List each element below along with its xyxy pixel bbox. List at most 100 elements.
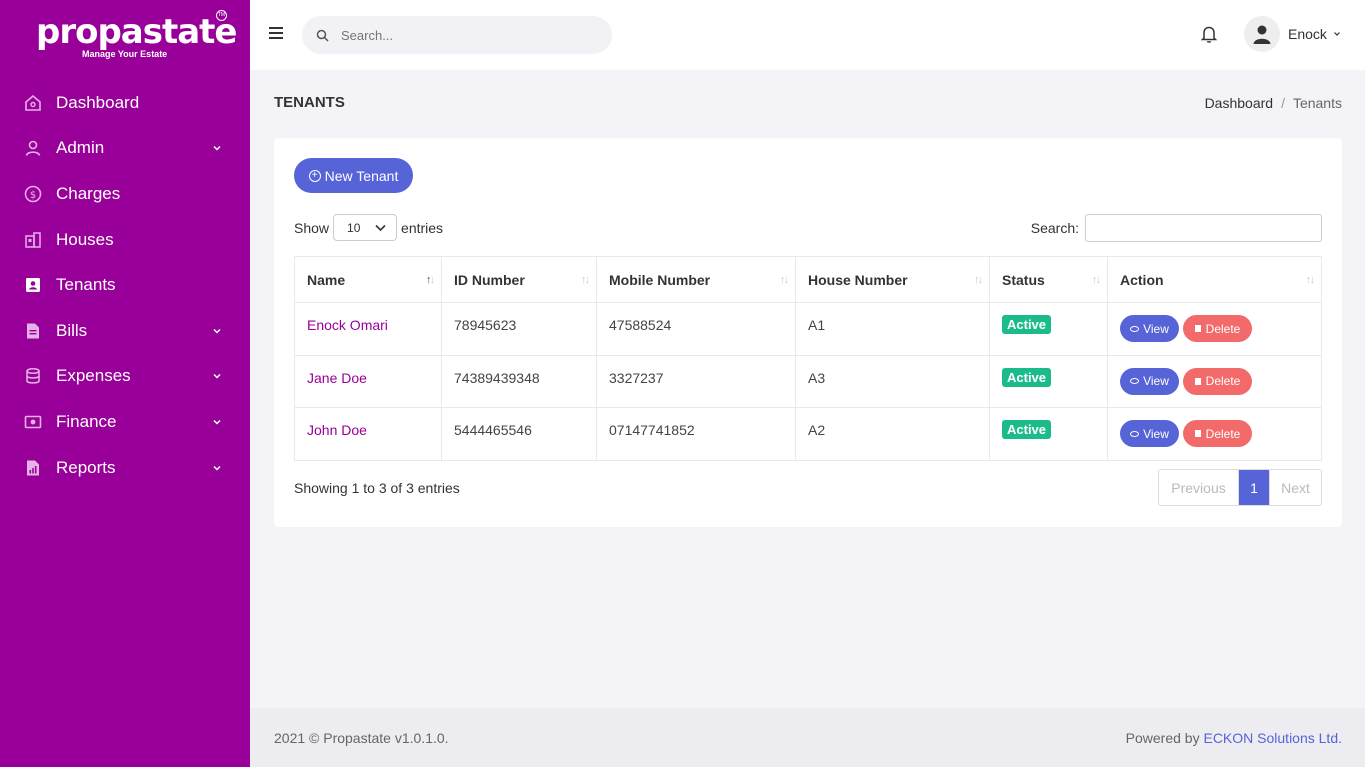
sidebar-item-label: Admin — [56, 138, 105, 158]
database-icon — [24, 367, 42, 385]
status-badge: Active — [1002, 315, 1052, 334]
table-filter: Search: — [1031, 214, 1322, 242]
view-button[interactable]: View — [1120, 315, 1179, 342]
status-badge: Active — [1002, 367, 1052, 387]
chevron-down-icon — [375, 224, 386, 231]
column-header-action[interactable]: Action ↑↓ — [1107, 256, 1322, 303]
column-header-status[interactable]: Status ↑↓ — [989, 256, 1108, 303]
sidebar-item-finance[interactable]: Finance — [0, 399, 250, 445]
view-button[interactable]: View — [1120, 367, 1179, 395]
house-cell: A2 — [795, 407, 990, 461]
id-number-cell: 74389439348 — [441, 354, 597, 408]
filter-label: Search: — [1030, 220, 1079, 236]
logo-text: propastate — [36, 12, 237, 52]
trash-icon — [1194, 377, 1201, 385]
previous-page-button[interactable]: Previous — [1159, 470, 1239, 505]
sidebar-item-label: Charges — [56, 183, 121, 203]
entries-select[interactable]: 10 — [333, 214, 398, 241]
show-label: Show — [294, 219, 330, 236]
sort-icon: ↑↓ — [1306, 274, 1315, 286]
mobile-cell: 3327237 — [596, 354, 796, 408]
eye-icon — [1130, 378, 1140, 384]
sidebar-item-dashboard[interactable]: Dashboard — [0, 80, 250, 126]
search-input[interactable] — [341, 27, 591, 43]
tenants-card: + New Tenant Show 10 entries Search: Nam… — [274, 138, 1342, 527]
bell-icon[interactable] — [1199, 24, 1219, 44]
sidebar-item-expenses[interactable]: Expenses — [0, 354, 250, 400]
view-button[interactable]: View — [1120, 420, 1179, 447]
entries-value: 10 — [347, 220, 361, 235]
table-row: Jane Doe 74389439348 3327237 A3 Active V… — [294, 354, 1322, 408]
eye-icon — [1130, 325, 1140, 332]
table-header-row: Name ↑↓ ID Number ↑↓ Mobile Number ↑↓ House… — [294, 256, 1322, 303]
sidebar-item-admin[interactable]: Admin — [0, 126, 250, 172]
sidebar-item-reports[interactable]: Reports — [0, 445, 250, 491]
dollar-icon: $ — [24, 185, 42, 203]
table-row: John Doe 5444465546 07147741852 A2 Activ… — [294, 407, 1322, 461]
next-page-button[interactable]: Next — [1269, 470, 1321, 505]
column-header-name[interactable]: Name ↑↓ — [294, 256, 442, 303]
chevron-down-icon — [212, 371, 222, 381]
chevron-down-icon — [212, 417, 222, 427]
delete-button[interactable]: Delete — [1183, 315, 1252, 342]
sort-icon: ↑↓ — [974, 274, 983, 286]
table-row: Enock Omari 78945623 47588524 A1 Active … — [294, 302, 1322, 356]
report-icon — [24, 459, 42, 477]
breadcrumb: Dashboard / Tenants — [1205, 95, 1342, 111]
sort-icon: ↑↓ — [581, 274, 590, 286]
user-icon — [1253, 25, 1271, 44]
sidebar-item-houses[interactable]: Houses — [0, 217, 250, 263]
logo[interactable]: propastate TM Manage Your Estate — [0, 0, 250, 70]
chevron-down-icon — [212, 326, 222, 336]
company-link[interactable]: ECKON Solutions Ltd. — [1203, 730, 1342, 746]
tenant-name-link[interactable]: John Doe — [307, 422, 367, 438]
sidebar-item-tenants[interactable]: Tenants — [0, 262, 250, 308]
delete-button[interactable]: Delete — [1183, 420, 1252, 447]
entries-length: Show 10 entries — [294, 214, 443, 241]
sort-icon: ↑↓ — [780, 274, 789, 286]
footer: 2021 © Propastate v1.0.1.0. Powered by E… — [250, 708, 1365, 767]
mobile-cell: 47588524 — [596, 302, 796, 356]
top-search[interactable] — [302, 16, 612, 54]
pagination-info: Showing 1 to 3 of 3 entries — [294, 480, 460, 496]
home-icon — [24, 94, 42, 112]
chevron-down-icon — [212, 143, 222, 153]
column-header-house[interactable]: House Number ↑↓ — [795, 256, 990, 303]
breadcrumb-separator: / — [1281, 95, 1285, 111]
file-icon — [24, 322, 42, 340]
footer-credit: Powered by ECKON Solutions Ltd. — [1126, 730, 1342, 746]
breadcrumb-dashboard[interactable]: Dashboard — [1205, 95, 1274, 111]
tenant-name-link[interactable]: Jane Doe — [307, 370, 367, 386]
delete-button[interactable]: Delete — [1183, 367, 1252, 395]
column-header-mobile[interactable]: Mobile Number ↑↓ — [596, 256, 796, 303]
sidebar-item-label: Bills — [56, 320, 88, 340]
status-badge: Active — [1002, 420, 1052, 439]
user-icon — [24, 139, 42, 157]
sidebar-item-label: Dashboard — [56, 92, 140, 112]
house-cell: A1 — [795, 302, 990, 356]
sort-icon: ↑↓ — [426, 274, 435, 286]
tenant-name-link[interactable]: Enock Omari — [307, 317, 388, 333]
table-search-input[interactable] — [1085, 214, 1322, 242]
sidebar-item-charges[interactable]: $ Charges — [0, 171, 250, 217]
id-number-cell: 5444465546 — [441, 407, 597, 461]
tenants-table: Name ↑↓ ID Number ↑↓ Mobile Number ↑↓ House… — [294, 256, 1322, 461]
sidebar-item-bills[interactable]: Bills — [0, 308, 250, 354]
trash-icon — [1194, 430, 1201, 437]
sidebar-item-label: Finance — [56, 411, 117, 431]
page-title: TENANTS — [274, 94, 345, 111]
plus-circle-icon: + — [308, 169, 321, 182]
mobile-cell: 07147741852 — [596, 407, 796, 461]
page-1-button[interactable]: 1 — [1239, 470, 1269, 505]
building-icon — [24, 231, 42, 249]
new-tenant-label: New Tenant — [324, 167, 399, 184]
new-tenant-button[interactable]: + New Tenant — [294, 158, 413, 193]
id-number-cell: 78945623 — [441, 302, 597, 356]
topbar: Enock — [250, 0, 1365, 70]
user-name: Enock — [1288, 26, 1327, 42]
user-menu[interactable]: Enock — [1244, 16, 1341, 52]
sidebar-item-label: Reports — [56, 457, 116, 477]
column-header-id[interactable]: ID Number ↑↓ — [441, 256, 597, 303]
menu-toggle-icon[interactable] — [269, 27, 283, 41]
house-cell: A3 — [795, 354, 990, 408]
